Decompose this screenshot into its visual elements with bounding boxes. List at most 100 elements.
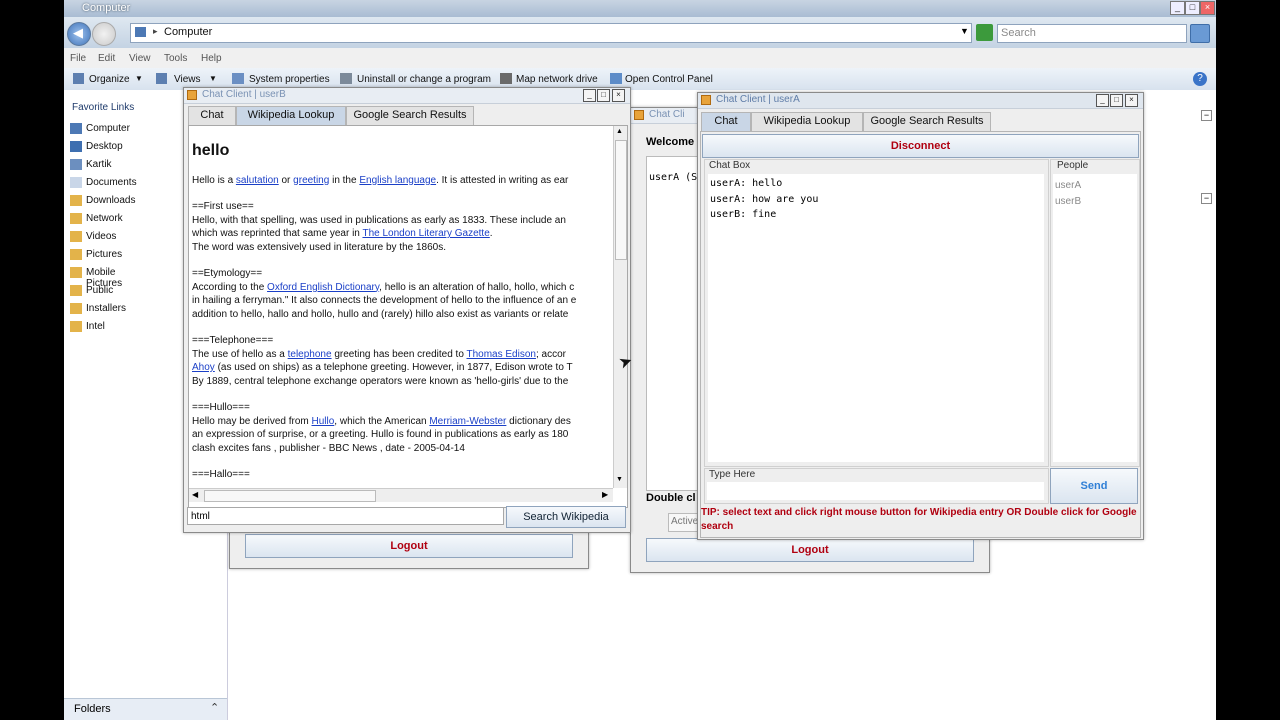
link-london-literary-gazette[interactable]: The London Literary Gazette [362,228,489,239]
link-salutation[interactable]: salutation [236,175,279,186]
menu-help[interactable]: Help [201,53,222,64]
scroll-down-icon[interactable]: ▼ [616,476,623,483]
tab-chat[interactable]: Chat [701,112,751,131]
collapse-icon[interactable]: − [1201,110,1212,121]
menu-file[interactable]: File [70,53,86,64]
system-properties-icon [232,73,244,84]
scroll-right-icon[interactable]: ▶ [602,490,608,499]
close-button[interactable]: × [1200,1,1215,15]
people-list-item[interactable]: userA [1055,178,1137,194]
tab-google-search-results[interactable]: Google Search Results [863,112,991,131]
article-line: Hello, with that spelling, was used in p… [192,214,566,226]
vertical-scroll-thumb[interactable] [615,140,627,260]
article-line: which was reprinted that same year in Th… [192,228,493,239]
link-ahoy[interactable]: Ahoy [192,362,215,373]
folder-icon [70,285,82,296]
link-thomas-edison[interactable]: Thomas Edison [466,349,535,360]
close-button[interactable]: × [612,89,625,102]
organize-dropdown-icon[interactable]: ▼ [135,74,143,83]
tab-chat[interactable]: Chat [188,106,236,125]
link-merriam-webster[interactable]: Merriam-Webster [429,416,506,427]
tip-text: TIP: select text and click right mouse b… [701,507,1137,532]
horizontal-scroll-thumb[interactable] [204,490,376,502]
minimize-button[interactable]: _ [583,89,596,102]
tab-wikipedia-lookup[interactable]: Wikipedia Lookup [236,106,346,125]
send-button[interactable]: Send [1050,468,1138,504]
article-line: Hello may be derived from Hullo, which t… [192,415,571,427]
search-icon[interactable] [1190,24,1210,43]
article-paragraph: Hello is a salutation or greeting in the… [192,174,569,186]
tab-wikipedia-lookup[interactable]: Wikipedia Lookup [751,112,863,131]
link-telephone[interactable]: telephone [288,349,332,360]
maximize-button[interactable]: □ [597,89,610,102]
people-list[interactable]: userA userB [1053,174,1137,462]
article-line: in hailing a ferryman." It also connects… [192,295,577,306]
article-line: Ahoy (as used on ships) as a telephone g… [192,362,573,373]
favorite-links-label: Favorite Links [72,102,135,113]
tab-google-search-results[interactable]: Google Search Results [346,106,474,125]
horizontal-scrollbar[interactable]: ◀ ▶ [189,488,613,502]
chat-message: userA: how are you [710,193,819,205]
menu-view[interactable]: View [129,53,151,64]
link-greeting[interactable]: greeting [293,175,329,186]
minimize-button[interactable]: _ [1170,1,1185,15]
message-input[interactable] [707,482,1044,500]
organize-button[interactable]: Organize [89,74,130,85]
maximize-button[interactable]: □ [1110,94,1123,107]
refresh-icon[interactable] [976,24,993,41]
back-arrow-icon: ◀ [73,25,83,40]
link-oxford-english-dictionary[interactable]: Oxford English Dictionary [267,282,379,293]
minimize-button[interactable]: _ [1096,94,1109,107]
scroll-up-icon[interactable]: ▲ [616,128,623,135]
folder-icon [70,321,82,332]
forward-button[interactable] [92,22,116,46]
folder-icon [70,213,82,224]
folders-toggle[interactable]: Folders ⌃ [64,698,227,720]
article-line: addition to hello, hallo and hollo, hull… [192,308,569,320]
views-button[interactable]: Views [174,74,201,85]
menu-edit[interactable]: Edit [98,53,115,64]
address-box[interactable]: ▸ Computer ▼ [130,23,972,43]
logout-button[interactable]: Logout [245,534,573,558]
double-click-label: Double cl [646,492,696,504]
views-dropdown-icon[interactable]: ▼ [209,74,217,83]
section-heading: ===Hullo=== [192,402,250,413]
disconnect-button[interactable]: Disconnect [702,134,1139,158]
chat-messages-area[interactable]: userA: hello userA: how are you userB: f… [708,174,1044,462]
vertical-scrollbar[interactable]: ▲ ▼ [613,126,627,488]
back-button[interactable]: ◀ [67,22,91,46]
close-button[interactable]: × [1125,94,1138,107]
collapse-icon[interactable]: − [1201,193,1212,204]
logout-button[interactable]: Logout [646,538,974,562]
maximize-button[interactable]: □ [1185,1,1200,15]
usera-title-bar: Chat Client | userA _ □ × [698,93,1143,109]
breadcrumb-arrow-icon: ▸ [153,26,158,36]
article-heading: hello [192,142,230,159]
folder-icon [70,195,82,206]
folder-icon [70,231,82,242]
help-icon[interactable]: ? [1193,72,1207,86]
userb-title-bar: Chat Client | userB _ □ × [184,88,630,104]
people-panel: People userA userB [1050,159,1140,467]
folder-icon [70,303,82,314]
uninstall-program-icon [340,73,352,84]
map-network-drive-button[interactable]: Map network drive [516,74,598,85]
section-heading: ==First use== [192,201,254,212]
address-dropdown-icon[interactable]: ▼ [960,26,969,36]
uninstall-program-button[interactable]: Uninstall or change a program [357,74,491,85]
usera-window-title: Chat Client | userA [716,94,800,105]
link-hullo[interactable]: Hullo [312,416,335,427]
search-wikipedia-button[interactable]: Search Wikipedia [506,506,626,528]
search-input[interactable]: Search [997,24,1187,43]
people-list-item[interactable]: userB [1055,194,1137,210]
open-control-panel-button[interactable]: Open Control Panel [625,74,713,85]
menu-tools[interactable]: Tools [164,53,187,64]
article-line: an expression of surprise, or a greeting… [192,429,569,440]
article-line: clash excites fans , publisher - BBC New… [192,442,465,454]
wikipedia-content-pane: hello Hello is a salutation or greeting … [188,125,628,508]
scroll-left-icon[interactable]: ◀ [192,490,198,499]
chat-box-label: Chat Box [709,160,751,171]
wikipedia-search-input[interactable]: html [187,507,504,525]
link-english-language[interactable]: English language [359,175,436,186]
system-properties-button[interactable]: System properties [249,74,330,85]
